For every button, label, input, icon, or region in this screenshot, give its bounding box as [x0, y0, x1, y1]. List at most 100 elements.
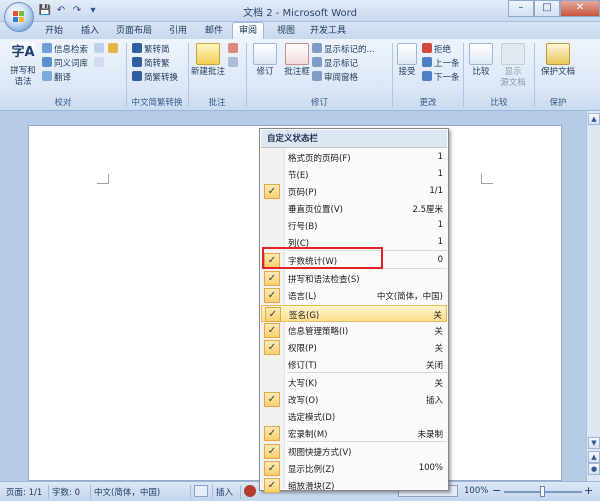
menu-item-value: 100% — [418, 463, 443, 473]
simp-to-trad-button[interactable]: 简转繁 — [132, 57, 170, 70]
show-source-button[interactable]: 显示 源文档 — [496, 43, 530, 89]
menu-item-label: 修订(T) — [288, 361, 317, 371]
zoom-level[interactable]: 100% — [464, 486, 488, 496]
status-separator — [190, 485, 191, 499]
proofing-extra-icon-3[interactable] — [108, 43, 120, 56]
menu-item[interactable]: ✓ 缩放滑块(Z) — [261, 477, 447, 494]
office-button[interactable] — [4, 2, 34, 32]
status-insert-mode[interactable]: 插入 — [216, 486, 233, 498]
reject-button[interactable]: 拒绝 — [422, 43, 451, 56]
comment-extra-icon-1[interactable] — [228, 43, 240, 56]
scroll-down-icon[interactable]: ▼ — [588, 437, 600, 449]
group-label-comments: 批注 — [208, 98, 226, 108]
menu-item-value: 关 — [434, 344, 443, 354]
menu-item[interactable]: 大写(K) 关 — [261, 374, 447, 391]
menu-item[interactable]: 选定模式(D) — [261, 408, 447, 425]
reviewing-pane-dropdown[interactable]: 审阅窗格 — [312, 71, 358, 84]
research-button[interactable]: 信息检索 — [42, 43, 88, 56]
thesaurus-button[interactable]: 同义词库 — [42, 57, 88, 70]
thesaurus-icon — [42, 57, 52, 67]
display-for-review-dropdown[interactable]: 显示标记的... — [312, 43, 375, 56]
zoom-out-icon[interactable]: − — [492, 484, 501, 497]
menu-item[interactable]: ✓ 签名(G) 关 — [261, 305, 447, 322]
menu-item[interactable]: ✓ 页码(P) 1/1 — [261, 183, 447, 200]
new-comment-button[interactable]: 新建批注 — [190, 43, 226, 78]
zoom-in-icon[interactable]: + — [584, 484, 593, 497]
next-change-button[interactable]: 下一条 — [422, 71, 460, 84]
tab-review[interactable]: 审阅 — [232, 22, 264, 40]
tab-insert[interactable]: 插入 — [74, 23, 106, 39]
new-comment-label: 新建批注 — [190, 67, 225, 77]
balloons-icon — [285, 43, 309, 65]
zoom-slider-thumb[interactable] — [540, 486, 545, 497]
menu-item[interactable]: 修订(T) 关闭 — [261, 356, 447, 373]
status-page[interactable]: 页面: 1/1 — [6, 486, 42, 498]
spelling-grammar-button[interactable]: 字A 拼写和 语法 — [6, 42, 40, 88]
compare-label: 比较 — [472, 67, 490, 77]
menu-item[interactable]: 格式页的页码(F) 1 — [261, 149, 447, 166]
display-review-label: 显示标记的... — [324, 45, 375, 55]
previous-change-button[interactable]: 上一条 — [422, 57, 460, 70]
comment-extra-icon-2[interactable] — [228, 57, 240, 70]
balloons-button[interactable]: 批注框 — [282, 43, 312, 78]
chinese-conversion-button[interactable]: 简繁转换 — [132, 71, 178, 84]
menu-item-label: 缩放滑块(Z) — [288, 482, 335, 492]
accept-button[interactable]: 接受 — [394, 43, 420, 78]
maximize-button[interactable]: □ — [534, 0, 560, 17]
close-button[interactable]: ✕ — [560, 0, 600, 17]
translate-button[interactable]: 翻译 — [42, 71, 71, 84]
menu-item-label: 语言(L) — [288, 292, 317, 302]
group-label-changes: 更改 — [419, 98, 437, 108]
previous-page-icon[interactable]: ▲ — [588, 451, 600, 463]
reject-label: 拒绝 — [434, 45, 452, 55]
menu-item[interactable]: ✓ 显示比例(Z) 100% — [261, 460, 447, 477]
show-source-label: 显示 源文档 — [500, 67, 526, 88]
menu-item[interactable]: 节(E) 1 — [261, 166, 447, 183]
menu-separator — [287, 441, 447, 442]
menu-item[interactable]: ✓ 视图快捷方式(V) — [261, 443, 447, 460]
menu-item[interactable]: ✓ 宏录制(M) 未录制 — [261, 425, 447, 442]
new-comment-icon — [196, 43, 220, 65]
tab-mailings[interactable]: 邮件 — [198, 23, 230, 39]
status-language[interactable]: 中文(简体，中国) — [94, 486, 160, 498]
lock-icon — [546, 43, 570, 65]
status-word-count[interactable]: 字数: 0 — [52, 486, 80, 498]
office-logo-icon — [13, 11, 24, 22]
tab-home[interactable]: 开始 — [38, 23, 70, 39]
menu-item-value: 关闭 — [425, 361, 443, 371]
compare-button[interactable]: 比较 — [466, 43, 496, 78]
macro-record-icon[interactable] — [244, 485, 256, 497]
tab-view[interactable]: 视图 — [270, 23, 302, 39]
tab-developer[interactable]: 开发工具 — [306, 23, 350, 39]
vertical-scrollbar[interactable]: ▲ ▼ ▲ ● — [586, 111, 600, 481]
protect-document-button[interactable]: 保护文档 — [538, 43, 578, 78]
show-markup-dropdown[interactable]: 显示标记 — [312, 57, 358, 70]
menu-item[interactable]: ✓ 拼写和语法检查(S) — [261, 270, 447, 287]
menu-item[interactable]: ✓ 权限(P) 关 — [261, 339, 447, 356]
proofing-extra-icon-1[interactable] — [94, 43, 106, 56]
menu-item[interactable]: ✓ 改写(O) 插入 — [261, 391, 447, 408]
thesaurus-label: 同义词库 — [54, 59, 89, 69]
proofing-extra-icon-2[interactable] — [94, 57, 106, 70]
checkmark-icon: ✓ — [264, 323, 280, 338]
research-icon — [42, 43, 52, 53]
menu-item-label: 签名(G) — [289, 311, 320, 321]
accept-label: 接受 — [398, 67, 416, 77]
show-markup-icon — [312, 57, 322, 67]
menu-item[interactable]: 行号(B) 1 — [261, 217, 447, 234]
menu-item[interactable]: ✓ 信息管理策略(I) 关 — [261, 322, 447, 339]
scroll-up-icon[interactable]: ▲ — [588, 113, 600, 125]
track-changes-button[interactable]: 修订 — [250, 43, 280, 78]
menu-item[interactable]: 垂直页位置(V) 2.5厘米 — [261, 200, 447, 217]
trad-to-simp-button[interactable]: 繁转简 — [132, 43, 170, 56]
tab-page-layout[interactable]: 页面布局 — [112, 23, 156, 39]
minimize-button[interactable]: – — [508, 0, 534, 17]
group-label-chinese: 中文简繁转换 — [131, 98, 183, 108]
menu-item[interactable]: ✓ 语言(L) 中文(简体，中国) — [261, 287, 447, 304]
spelling-status-icon[interactable] — [194, 485, 208, 497]
tab-references[interactable]: 引用 — [162, 23, 194, 39]
track-changes-label: 修订 — [256, 67, 274, 77]
menu-item-label: 权限(P) — [288, 344, 317, 354]
menu-item-value: 关 — [434, 327, 443, 337]
browse-object-icon[interactable]: ● — [588, 463, 600, 475]
